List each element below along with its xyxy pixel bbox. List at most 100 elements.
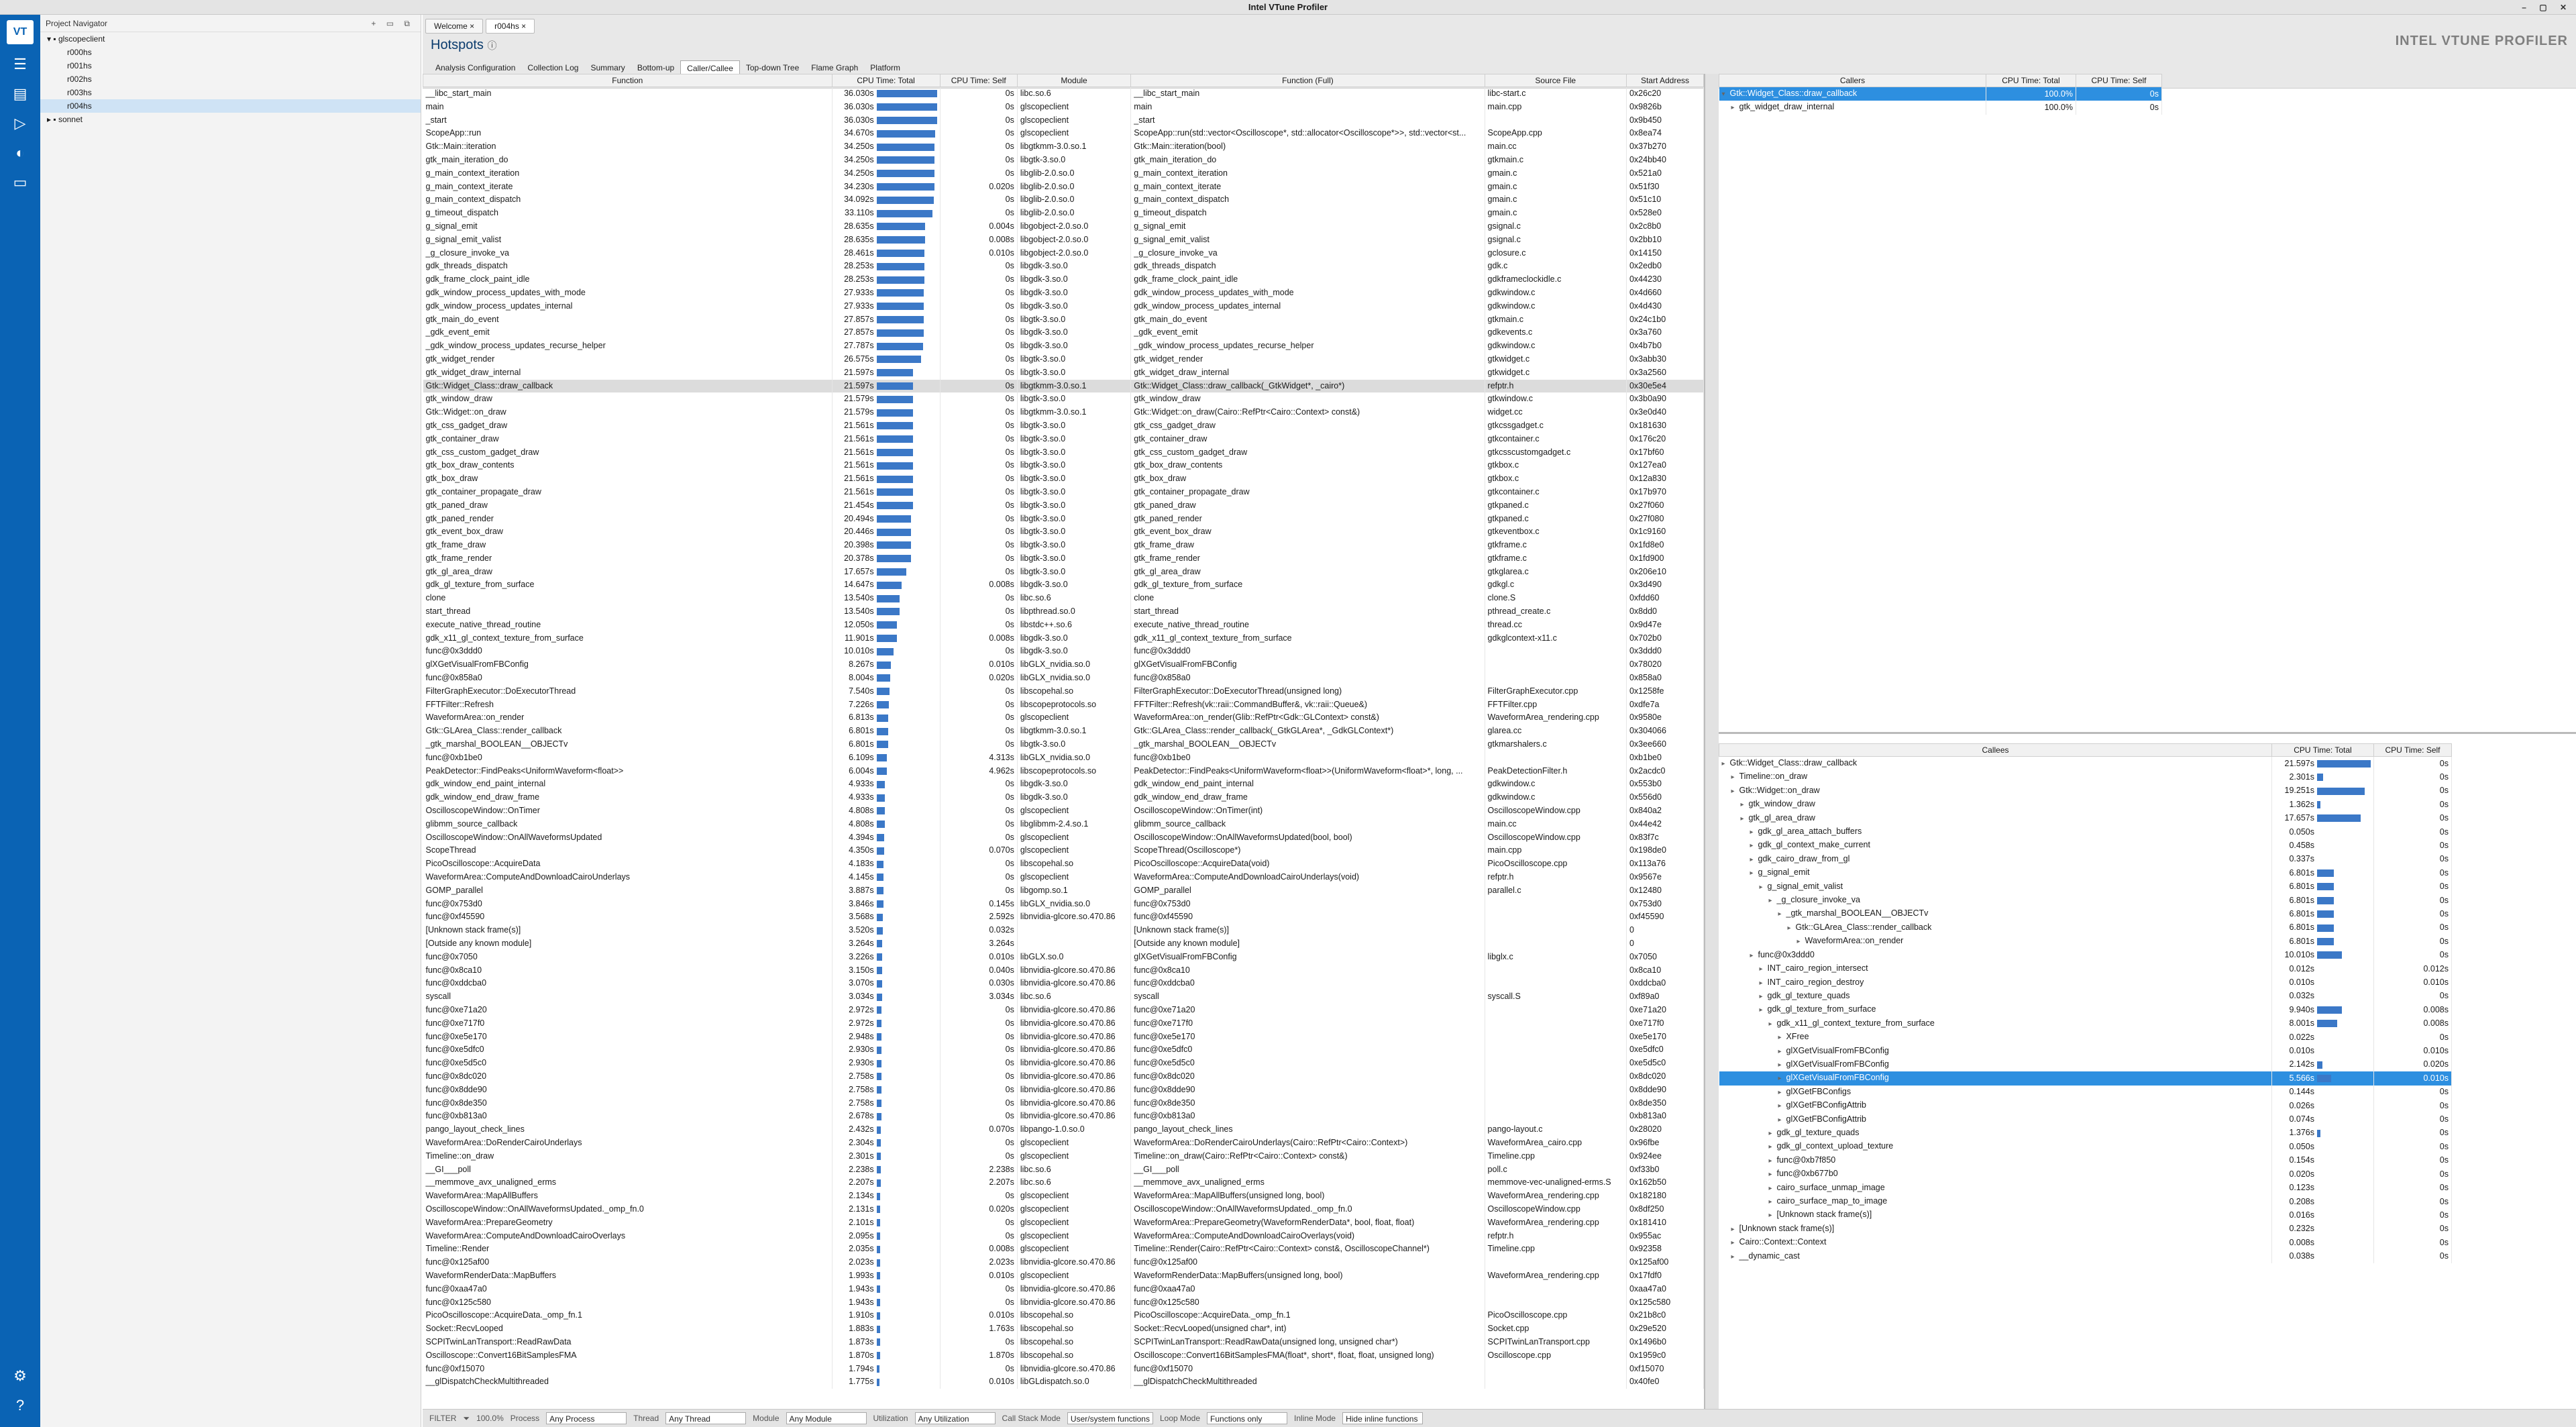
expand-arrow-icon[interactable]: ▸ (1731, 1236, 1739, 1249)
expand-arrow-icon[interactable]: ▸ (1750, 826, 1758, 839)
menu-icon[interactable]: ☰ (0, 50, 40, 79)
expand-arrow-icon[interactable]: ▸ (1769, 894, 1777, 907)
table-row[interactable]: func@0x753d0 3.846s 0.145s libGLX_nvidia.so… (423, 897, 1704, 911)
tree-row[interactable]: ▸ XFree 0.022s 0s (1719, 1030, 2452, 1045)
table-row[interactable]: ScopeApp::run 34.670s 0s glscopeclient Scope… (423, 127, 1704, 141)
table-row[interactable]: GOMP_parallel 3.887s 0s libgomp.so.1 GOMP_pa… (423, 884, 1704, 898)
table-row[interactable]: OscilloscopeWindow::OnAllWaveformsUpdate… (423, 831, 1704, 845)
result-item[interactable]: r003hs (40, 86, 421, 99)
table-row[interactable]: __GI___poll 2.238s 2.238s libc.so.6 __GI___p… (423, 1163, 1704, 1177)
expand-arrow-icon[interactable]: ▸ (1731, 1223, 1739, 1236)
table-row[interactable]: g_main_context_iteration 34.250s 0s libglib… (423, 166, 1704, 180)
tree-row[interactable]: ▸ [Unknown stack frame(s)] 0.232s 0s (1719, 1222, 2452, 1236)
tree-row[interactable]: ▸ Gtk::Widget::on_draw 19.251s 0s (1719, 784, 2452, 798)
table-row[interactable]: Socket::RecvLooped 1.883s 1.763s libscopeha… (423, 1322, 1704, 1336)
table-row[interactable]: gdk_frame_clock_paint_idle 28.253s 0s libgd… (423, 273, 1704, 286)
table-row[interactable]: gtk_frame_draw 20.398s 0s libgtk-3.so.0 gtk_… (423, 539, 1704, 552)
table-row[interactable]: g_timeout_dispatch 33.110s 0s libglib-2.0.s… (423, 207, 1704, 220)
tree-row[interactable]: ▸ gdk_gl_texture_from_surface 9.940s 0.008s (1719, 1003, 2452, 1017)
table-row[interactable]: func@0x858a0 8.004s 0.020s libGLX_nvidia.so… (423, 672, 1704, 685)
inline-select[interactable]: Hide inline functions (1342, 1412, 1424, 1424)
table-row[interactable]: [Outside any known module] 3.264s 3.264s [O… (423, 937, 1704, 951)
table-row[interactable]: __glDispatchCheckMultithreaded 1.775s 0.01… (423, 1375, 1704, 1389)
tree-row[interactable]: ▸ Timeline::on_draw 2.301s 0s (1719, 770, 2452, 784)
table-row[interactable]: _start 36.030s 0s glscopeclient _start 0x9b45… (423, 113, 1704, 127)
tree-row[interactable]: ▸ gtk_gl_area_draw 17.657s 0s (1719, 811, 2452, 826)
expand-arrow-icon[interactable]: ▸ (1769, 1209, 1777, 1222)
table-row[interactable]: __libc_start_main 36.030s 0s libc.so.6 __lib… (423, 87, 1704, 101)
table-row[interactable]: Gtk::GLArea_Class::render_callback 6.801s… (423, 725, 1704, 739)
close-icon[interactable]: × (519, 21, 526, 31)
project-node[interactable]: ▾ ▪ glscopeclient (40, 32, 421, 46)
expand-arrow-icon[interactable]: ▸ (1731, 771, 1739, 784)
tree-row[interactable]: ▸ gdk_gl_context_make_current 0.458s 0s (1719, 839, 2452, 853)
table-row[interactable]: WaveformArea::PrepareGeometry 2.101s 0s gls… (423, 1216, 1704, 1230)
table-row[interactable]: OscilloscopeWindow::OnTimer 4.808s 0s glsco… (423, 804, 1704, 818)
tree-row[interactable]: ▸ cairo_surface_unmap_image 0.123s 0s (1719, 1181, 2452, 1195)
expand-arrow-icon[interactable]: ▸ (1760, 977, 1768, 990)
expand-arrow-icon[interactable]: ▸ (1750, 853, 1758, 866)
table-row[interactable]: WaveformArea::MapAllBuffers 2.134s 0s glsco… (423, 1190, 1704, 1203)
tree-row[interactable]: ▸ glXGetFBConfigAttrib 0.074s 0s (1719, 1112, 2452, 1126)
table-row[interactable]: OscilloscopeWindow::OnAllWaveformsUpdate… (423, 1202, 1704, 1216)
table-row[interactable]: FilterGraphExecutor::DoExecutorThread 7.5… (423, 684, 1704, 698)
run-icon[interactable]: ▷ (0, 109, 40, 138)
tree-row[interactable]: ▸ g_signal_emit 6.801s 0s (1719, 866, 2452, 880)
table-row[interactable]: gtk_container_propagate_draw 21.561s 0s lib… (423, 485, 1704, 499)
tree-row[interactable]: ▸ [Unknown stack frame(s)] 0.016s 0s (1719, 1208, 2452, 1222)
table-row[interactable]: Gtk::Main::iteration 34.250s 0s libgtkmm-3.… (423, 140, 1704, 154)
expand-arrow-icon[interactable]: ▸ (1769, 1155, 1777, 1167)
table-row[interactable]: func@0xe5d5c0 2.930s 0s libnvidia-glcore.so… (423, 1057, 1704, 1070)
result-item[interactable]: r000hs (40, 46, 421, 59)
tree-row[interactable]: ▸ glXGetVisualFromFBConfig 0.010s 0.010s (1719, 1044, 2452, 1058)
expand-arrow-icon[interactable]: ▸ (1778, 1114, 1786, 1126)
expand-arrow-icon[interactable]: ▸ (1778, 1045, 1786, 1058)
expand-arrow-icon[interactable]: ▸ (1769, 1141, 1777, 1153)
navigator-tools[interactable]: + ▭ ⧉ (371, 15, 414, 32)
process-select[interactable]: Any Process (546, 1412, 627, 1424)
expand-arrow-icon[interactable]: ▸ (1731, 1251, 1739, 1263)
column-header[interactable]: Function (Full) (1130, 74, 1485, 87)
expand-arrow-icon[interactable]: ▸ (1741, 812, 1749, 825)
tree-row[interactable]: ▸ glXGetVisualFromFBConfig 2.142s 0.020s (1719, 1057, 2452, 1072)
table-row[interactable]: gdk_window_end_paint_internal 4.933s 0s lib… (423, 778, 1704, 792)
expand-arrow-icon[interactable]: ▸ (1741, 798, 1749, 811)
table-row[interactable]: func@0xb1be0 6.109s 4.313s libGLX_nvidia.so… (423, 751, 1704, 765)
expand-arrow-icon[interactable]: ▸ (1760, 963, 1768, 975)
tree-row[interactable]: ▸ glXGetVisualFromFBConfig 5.566s 0.010s (1719, 1071, 2452, 1086)
expand-arrow-icon[interactable]: ▸ (1750, 867, 1758, 880)
table-row[interactable]: gtk_widget_draw_internal 21.597s 0s libgtk-… (423, 366, 1704, 380)
table-row[interactable]: _gdk_window_process_updates_recurse_help… (423, 339, 1704, 353)
table-row[interactable]: func@0xe5e170 2.948s 0s libnvidia-glcore.so… (423, 1030, 1704, 1044)
table-row[interactable]: func@0xe5dfc0 2.930s 0s libnvidia-glcore.so… (423, 1043, 1704, 1057)
table-row[interactable]: WaveformArea::on_render 6.813s 0s glscopecl… (423, 711, 1704, 725)
tree-row[interactable]: ▸ g_signal_emit_valist 6.801s 0s (1719, 880, 2452, 894)
table-row[interactable]: gdk_window_end_draw_frame 4.933s 0s libgdk-… (423, 791, 1704, 805)
result-item[interactable]: r002hs (40, 72, 421, 86)
loop-select[interactable]: Functions only (1207, 1412, 1288, 1424)
table-row[interactable]: func@0x125c580 1.943s 0s libnvidia-glcore.s… (423, 1296, 1704, 1310)
tree-row[interactable]: ▸ Gtk::Widget_Class::draw_callback 21.597s… (1719, 756, 2452, 771)
column-header[interactable]: Start Address (1625, 74, 1704, 87)
tree-row[interactable]: ▸ INT_cairo_region_destroy 0.010s 0.010s (1719, 975, 2452, 990)
expand-arrow-icon[interactable]: ▸ (1750, 949, 1758, 962)
tree-row[interactable]: ▸ gtk_widget_draw_internal 100.0% 0s (1719, 101, 2162, 115)
utilization-select[interactable]: Any Utilization (914, 1412, 996, 1424)
table-row[interactable]: WaveformRenderData::MapBuffers 1.993s 0.01… (423, 1269, 1704, 1283)
tree-row[interactable]: ▸ INT_cairo_region_intersect 0.012s 0.012s (1719, 962, 2452, 976)
column-header[interactable]: Module (1016, 74, 1132, 87)
tree-row[interactable]: ▸ gdk_gl_texture_quads 0.032s 0s (1719, 989, 2452, 1004)
table-row[interactable]: Timeline::Render 2.035s 0.008s glscopeclien… (423, 1243, 1704, 1257)
table-row[interactable]: func@0xe717f0 2.972s 0s libnvidia-glcore.so… (423, 1016, 1704, 1030)
expand-arrow-icon[interactable]: ▸ (47, 115, 53, 124)
table-row[interactable]: func@0x8dc020 2.758s 0s libnvidia-glcore.so… (423, 1069, 1704, 1084)
table-row[interactable]: func@0xddcba0 3.070s 0.030s libnvidia-glcor… (423, 977, 1704, 991)
column-header[interactable]: CPU Time: Self (939, 74, 1018, 87)
tree-row[interactable]: ▸ gtk_window_draw 1.362s 0s (1719, 798, 2452, 812)
close-icon[interactable]: × (468, 21, 474, 31)
module-select[interactable]: Any Module (786, 1412, 867, 1424)
table-row[interactable]: Oscilloscope::Convert16BitSamplesFMA 1.87… (423, 1349, 1704, 1363)
table-row[interactable]: gdk_x11_gl_context_texture_from_surface 1… (423, 631, 1704, 645)
tree-row[interactable]: ▸ func@0xb7f850 0.154s 0s (1719, 1153, 2452, 1168)
tree-row[interactable]: ▸ gdk_gl_area_attach_buffers 0.050s 0s (1719, 825, 2452, 839)
